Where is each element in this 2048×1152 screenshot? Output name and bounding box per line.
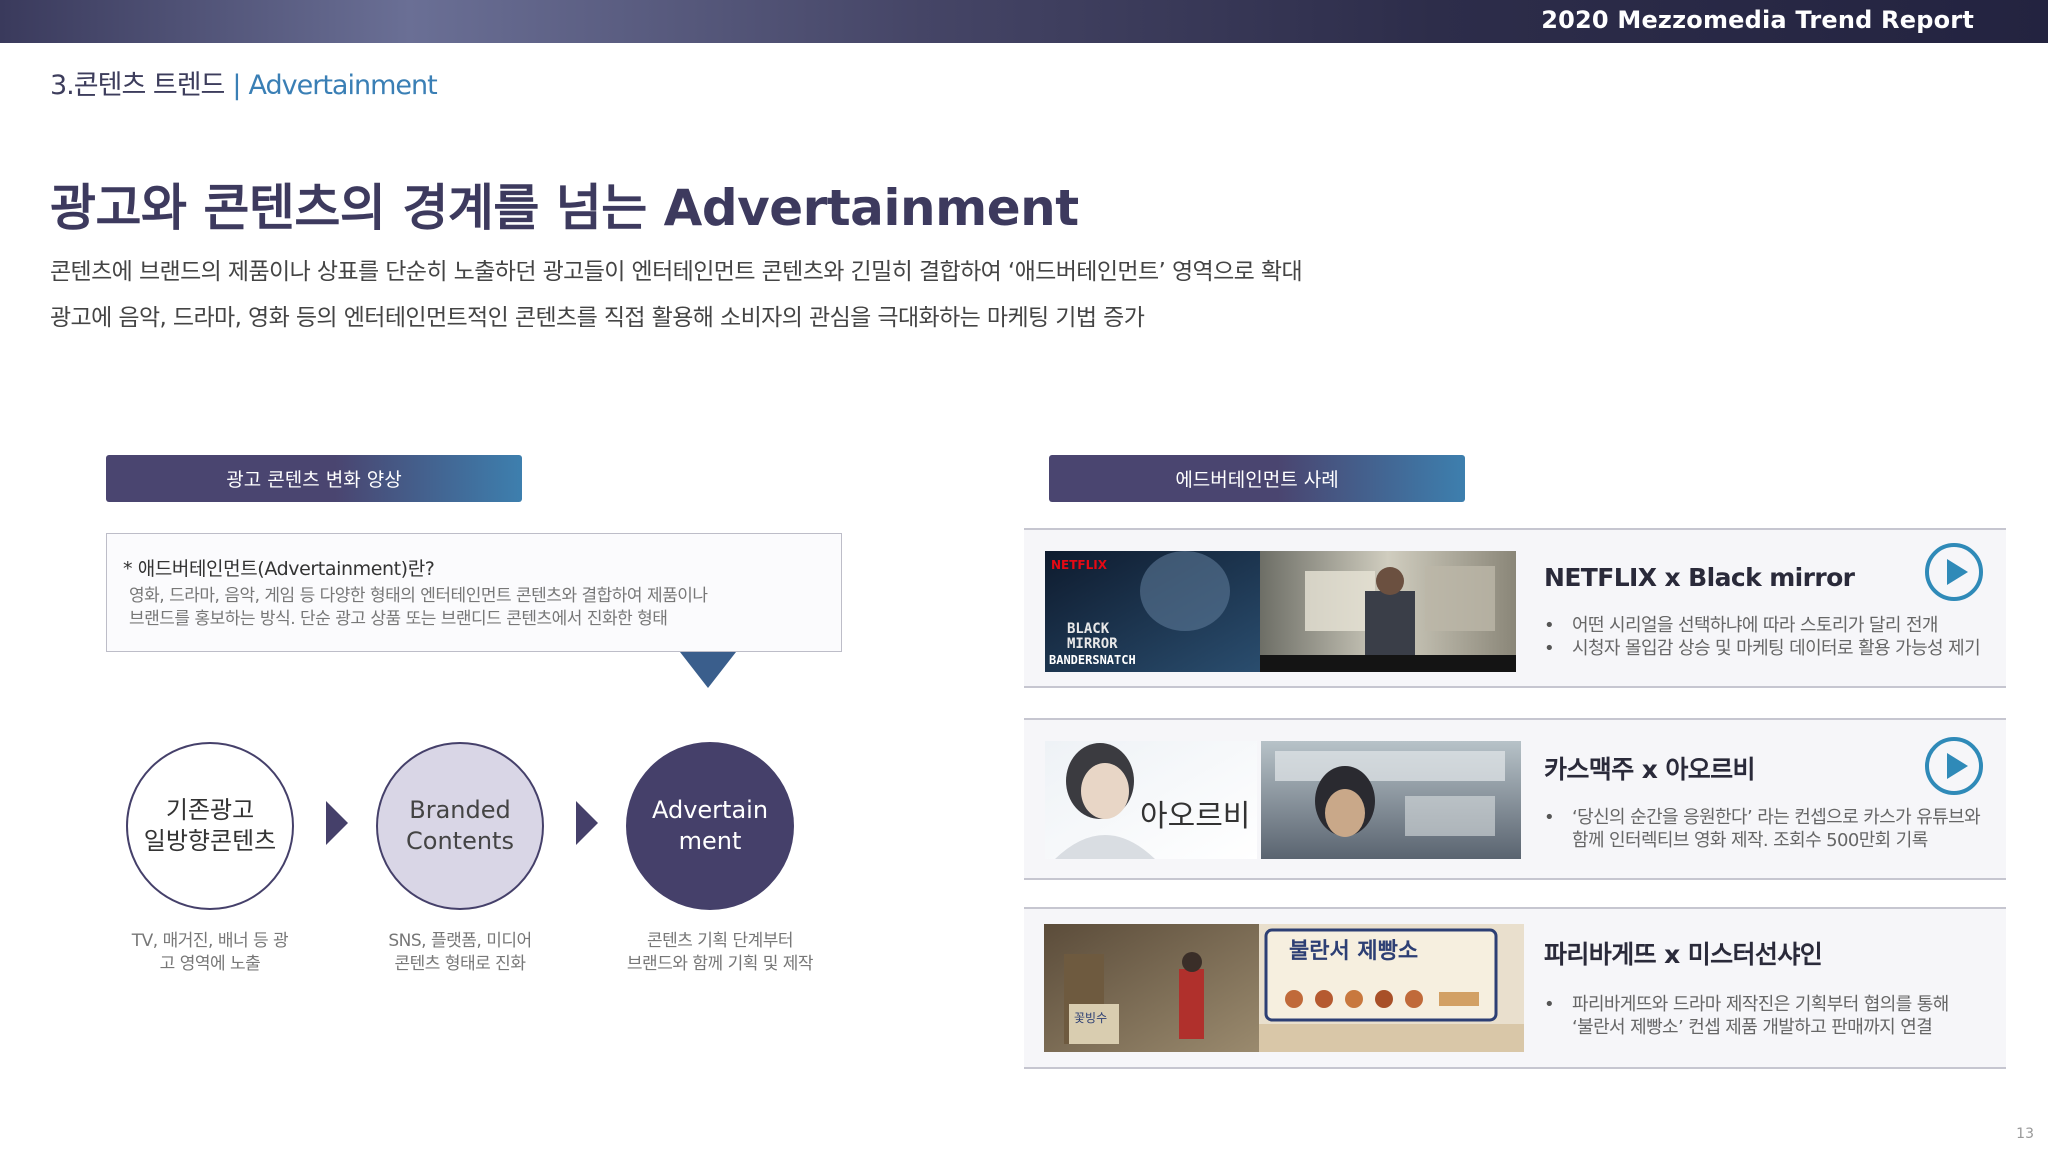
stage-circle-branded: Branded Contents (376, 742, 544, 910)
definition-text: 영화, 드라마, 음악, 게임 등 다양한 형태의 엔터테인먼트 콘텐츠와 결합… (123, 585, 841, 631)
play-icon[interactable] (1924, 736, 1984, 796)
left-panel-header: 광고 콘텐츠 변화 양상 (106, 455, 522, 502)
case-title: 카스맥주 x 아오르비 (1544, 755, 1756, 784)
section-label: 3.콘텐츠 트렌드 (50, 70, 225, 101)
case-card-cass: 아오르비 카스맥주 x 아오르비 ‘당신의 순간을 응원한다’ 라는 컨셉으로 … (1024, 718, 2006, 880)
bakery-sign-text: 불란서 제빵소 (1289, 939, 1418, 964)
caption-line: TV, 매거진, 배너 등 광 (131, 931, 289, 951)
header-bar: 2020 Mezzomedia Trend Report (0, 0, 2048, 43)
report-title: 2020 Mezzomedia Trend Report (1541, 6, 1974, 34)
netflix-logo-text: NETFLIX (1051, 558, 1108, 572)
svg-text:MIRROR: MIRROR (1067, 636, 1118, 652)
right-panel-header: 에드버테인먼트 사례 (1049, 455, 1465, 502)
section-title: 3.콘텐츠 트렌드 | Advertainment (50, 63, 438, 102)
svg-text:BLACK: BLACK (1067, 621, 1110, 637)
stage-label: 기존광고 (165, 796, 255, 824)
case-bullets: ‘당신의 순간을 응원한다’ 라는 컨셉으로 카스가 유튜브와 함께 인터렉티브… (1544, 806, 1981, 852)
caption-line: 콘텐츠 형태로 진화 (394, 954, 526, 974)
parisbaguette-thumbnail: 꽃빙수 불란서 제빵소 (1044, 924, 1524, 1052)
bullet-item: 함께 인터렉티브 영화 제작. 조회수 500만회 기록 (1572, 830, 1928, 851)
play-icon[interactable] (1924, 542, 1984, 602)
case-title: 파리바게뜨 x 미스터선샤인 (1544, 940, 1823, 969)
stage-label: ment (678, 827, 742, 855)
description-line-1: 콘텐츠에 브랜드의 제품이나 상표를 단순히 노출하던 광고들이 엔터테인먼트 … (50, 259, 1303, 285)
caption-line: 콘텐츠 기획 단계부터 (646, 931, 794, 951)
cass-thumbnail: 아오르비 (1045, 741, 1521, 859)
stage-label: 일방향콘텐츠 (143, 827, 277, 855)
stage-circle-advertainment: Advertain ment (626, 742, 794, 910)
bullet-item: ‘당신의 순간을 응원한다’ 라는 컨셉으로 카스가 유튜브와 (1544, 806, 1981, 829)
stage-caption: TV, 매거진, 배너 등 광 고 영역에 노출 (90, 930, 330, 976)
caption-line: 브랜드와 함께 기획 및 제작 (626, 954, 814, 974)
definition-line: 브랜드를 홍보하는 방식. 단순 광고 상품 또는 브랜디드 콘텐츠에서 진화한… (129, 609, 668, 629)
section-separator: | (232, 70, 241, 101)
svg-text:꽃빙수: 꽃빙수 (1074, 1011, 1107, 1025)
case-bullets: 어떤 시리얼을 선택하냐에 따라 스토리가 달리 전개 시청자 몰입감 상승 및… (1544, 614, 1981, 660)
bullet-item: 시청자 몰입감 상승 및 마케팅 데이터로 활용 가능성 제기 (1544, 637, 1981, 660)
netflix-thumbnail: NETFLIX BLACK MIRROR BANDERSNATCH (1045, 551, 1516, 672)
arrow-right-icon (326, 801, 348, 845)
arrow-right-icon (576, 801, 598, 845)
case-card-parisbaguette: 꽃빙수 불란서 제빵소 파리바게뜨 x 미스터선샤인 파리바게뜨와 드라마 제작… (1024, 907, 2006, 1069)
case-bullets: 파리바게뜨와 드라마 제작진은 기획부터 협의를 통해 ‘불란서 제빵소’ 컨셉… (1544, 993, 1949, 1039)
page-headline: 광고와 콘텐츠의 경계를 넘는 Advertainment (50, 179, 1079, 237)
bullet-item: 파리바게뜨와 드라마 제작진은 기획부터 협의를 통해 (1544, 993, 1949, 1016)
description-line-2: 광고에 음악, 드라마, 영화 등의 엔터테인먼트적인 콘텐츠를 직접 활용해 … (50, 305, 1145, 331)
bullet-item: ‘불란서 제빵소’ 컨셉 제품 개발하고 판매까지 연결 (1572, 1017, 1933, 1038)
stage-caption: 콘텐츠 기획 단계부터 브랜드와 함께 기획 및 제작 (600, 930, 840, 976)
stage-label: Contents (406, 827, 514, 855)
stage-label: Branded (409, 796, 511, 824)
case-title: NETFLIX x Black mirror (1544, 563, 1855, 592)
stage-label: Advertain (651, 796, 769, 824)
down-pointer-icon (680, 652, 736, 688)
definition-title: * 애드버테인먼트(Advertainment)란? (123, 558, 435, 580)
definition-box: * 애드버테인먼트(Advertainment)란? 영화, 드라마, 음악, … (106, 533, 842, 652)
svg-text:BANDERSNATCH: BANDERSNATCH (1049, 653, 1136, 667)
stage-caption: SNS, 플랫폼, 미디어 콘텐츠 형태로 진화 (340, 930, 580, 976)
definition-line: 영화, 드라마, 음악, 게임 등 다양한 형태의 엔터테인먼트 콘텐츠와 결합… (129, 586, 708, 606)
section-sublabel: Advertainment (248, 70, 438, 101)
bullet-item: 어떤 시리얼을 선택하냐에 따라 스토리가 달리 전개 (1544, 614, 1980, 637)
stage-circle-traditional: 기존광고 일방향콘텐츠 (126, 742, 294, 910)
page-number: 13 (2016, 1126, 2034, 1142)
caption-line: SNS, 플랫폼, 미디어 (388, 931, 532, 951)
aorbi-title-text: 아오르비 (1140, 799, 1250, 834)
case-card-netflix: NETFLIX BLACK MIRROR BANDERSNATCH NETFLI… (1024, 528, 2006, 688)
caption-line: 고 영역에 노출 (159, 954, 261, 974)
